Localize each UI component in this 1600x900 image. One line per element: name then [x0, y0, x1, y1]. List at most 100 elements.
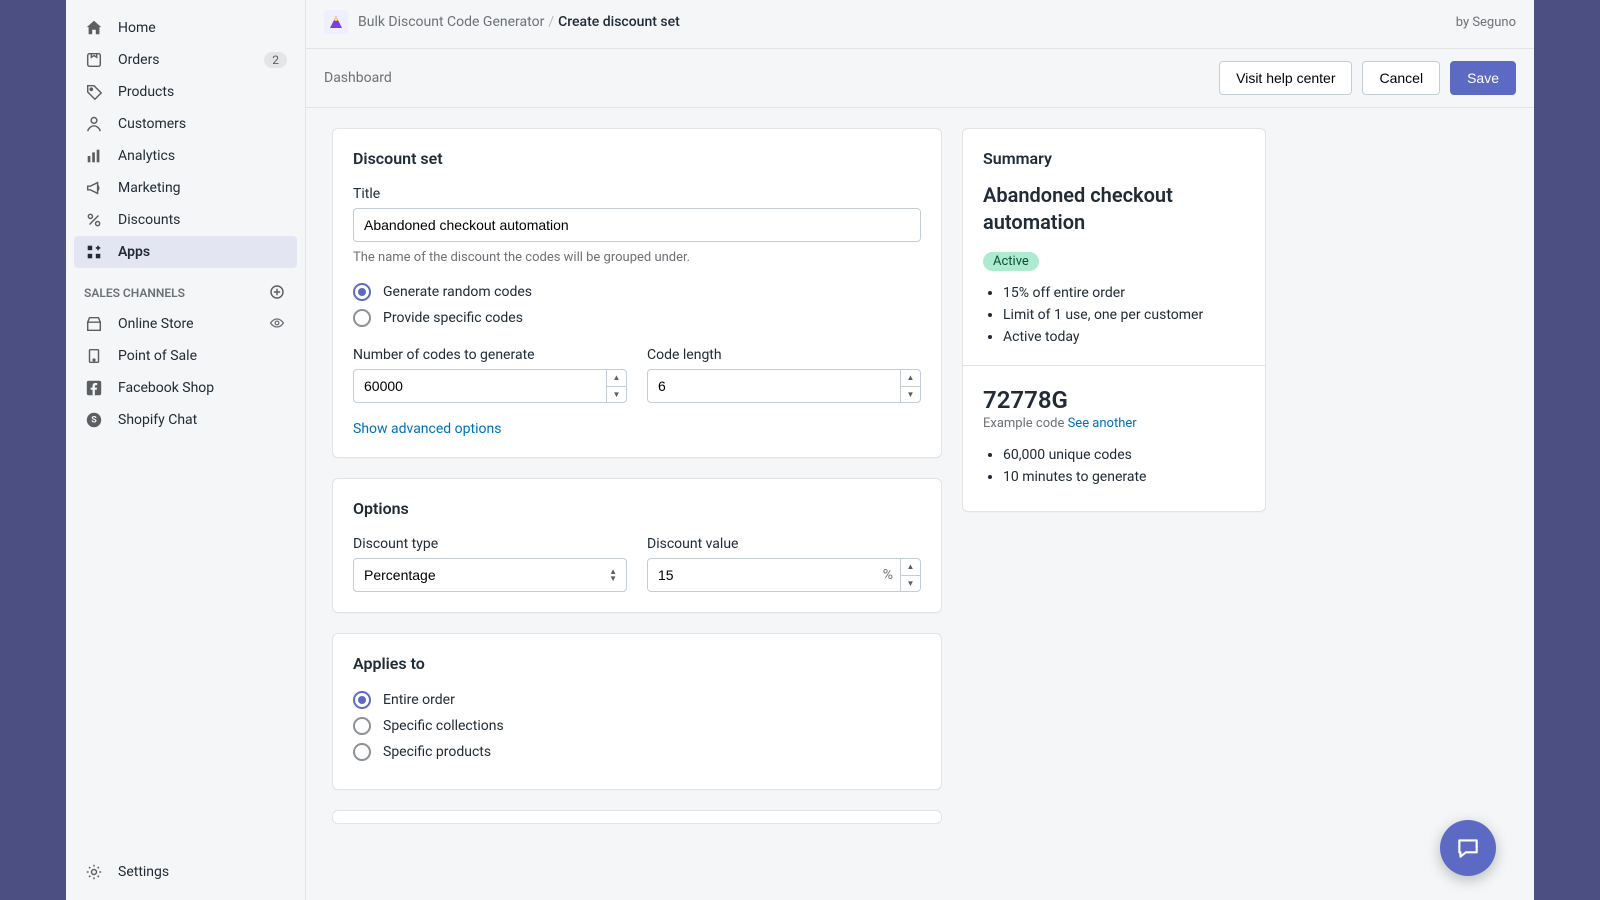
title-help-text: The name of the discount the codes will …: [353, 250, 921, 265]
app-logo-icon: [324, 10, 348, 34]
save-button[interactable]: Save: [1450, 61, 1516, 95]
advanced-options-link[interactable]: Show advanced options: [353, 421, 501, 437]
eye-icon[interactable]: [269, 315, 287, 333]
next-card-peek: [332, 810, 942, 824]
facebook-icon: [84, 378, 104, 398]
applies-to-heading: Applies to: [353, 654, 921, 673]
nav-customers[interactable]: Customers: [74, 108, 297, 140]
orders-badge: 2: [264, 52, 287, 68]
radio-icon: [353, 691, 371, 709]
home-icon: [84, 18, 104, 38]
actionbar: Dashboard Visit help center Cancel Save: [306, 49, 1534, 108]
nav-home[interactable]: Home: [74, 12, 297, 44]
nav-marketing[interactable]: Marketing: [74, 172, 297, 204]
radio-generate-random[interactable]: Generate random codes: [353, 283, 921, 301]
nav-discounts[interactable]: Discounts: [74, 204, 297, 236]
options-card: Options Discount type ▲▼ Discount value: [332, 478, 942, 613]
num-codes-label: Number of codes to generate: [353, 347, 627, 363]
add-channel-icon[interactable]: [269, 284, 287, 302]
channel-online-store[interactable]: Online Store: [74, 308, 297, 340]
stepper-down-icon[interactable]: ▼: [607, 387, 626, 403]
stepper-down-icon[interactable]: ▼: [901, 576, 920, 592]
nav-label: Apps: [118, 244, 150, 260]
vendor-label: by Seguno: [1456, 15, 1516, 30]
gear-icon: [84, 862, 104, 882]
title-input[interactable]: [353, 208, 921, 242]
discount-value-label: Discount value: [647, 536, 921, 552]
radio-icon: [353, 743, 371, 761]
topbar: Bulk Discount Code Generator / Create di…: [306, 0, 1534, 49]
code-length-input[interactable]: [647, 369, 921, 403]
content: Discount set Title The name of the disco…: [306, 108, 1534, 900]
nav-label: Facebook Shop: [118, 380, 214, 396]
stepper-up-icon[interactable]: ▲: [607, 370, 626, 387]
applies-to-card: Applies to Entire order Specific collect…: [332, 633, 942, 790]
radio-label: Entire order: [383, 692, 455, 708]
code-length-stepper: ▲ ▼: [900, 370, 920, 402]
radio-label: Provide specific codes: [383, 310, 523, 326]
help-fab[interactable]: [1440, 820, 1496, 876]
sales-channels-heading: SALES CHANNELS: [74, 268, 297, 308]
radio-entire-order[interactable]: Entire order: [353, 691, 921, 709]
radio-label: Generate random codes: [383, 284, 532, 300]
nav-label: Shopify Chat: [118, 412, 197, 428]
breadcrumb-app[interactable]: Bulk Discount Code Generator: [358, 14, 544, 30]
num-codes-input[interactable]: [353, 369, 627, 403]
nav-products[interactable]: Products: [74, 76, 297, 108]
radio-provide-specific[interactable]: Provide specific codes: [353, 309, 921, 327]
discount-type-label: Discount type: [353, 536, 627, 552]
bar-chart-icon: [84, 146, 104, 166]
stepper-down-icon[interactable]: ▼: [901, 387, 920, 403]
radio-specific-collections[interactable]: Specific collections: [353, 717, 921, 735]
example-code: 72778G: [983, 386, 1245, 414]
nav-settings[interactable]: Settings: [74, 856, 297, 888]
radio-specific-products[interactable]: Specific products: [353, 743, 921, 761]
radio-label: Specific collections: [383, 718, 504, 734]
see-another-link[interactable]: See another: [1068, 416, 1137, 431]
discount-value-input[interactable]: [647, 558, 921, 592]
code-mode-radio-group: Generate random codes Provide specific c…: [353, 283, 921, 327]
summary-item: Limit of 1 use, one per customer: [1003, 307, 1245, 323]
summary-item: 15% off entire order: [1003, 285, 1245, 301]
summary-heading: Summary: [983, 149, 1245, 168]
nav-label: Orders: [118, 52, 160, 68]
summary-list-b: 60,000 unique codes 10 minutes to genera…: [983, 447, 1245, 485]
stepper-up-icon[interactable]: ▲: [901, 370, 920, 387]
num-codes-stepper: ▲ ▼: [606, 370, 626, 402]
chat-icon: S: [84, 410, 104, 430]
svg-text:S: S: [91, 416, 97, 426]
nav-label: Settings: [118, 864, 169, 880]
nav-label: Marketing: [118, 180, 181, 196]
person-icon: [84, 114, 104, 134]
orders-icon: [84, 50, 104, 70]
discount-value-stepper: ▲ ▼: [900, 559, 920, 591]
summary-card: Summary Abandoned checkout automation Ac…: [962, 128, 1266, 512]
summary-list-a: 15% off entire order Limit of 1 use, one…: [983, 285, 1245, 345]
nav-orders[interactable]: Orders 2: [74, 44, 297, 76]
discount-type-select[interactable]: [353, 558, 627, 592]
pos-icon: [84, 346, 104, 366]
discount-set-card: Discount set Title The name of the disco…: [332, 128, 942, 458]
main: Bulk Discount Code Generator / Create di…: [306, 0, 1534, 900]
dashboard-link[interactable]: Dashboard: [324, 70, 392, 86]
title-label: Title: [353, 186, 921, 202]
breadcrumb-page: Create discount set: [558, 14, 680, 30]
nav-apps[interactable]: Apps: [74, 236, 297, 268]
channel-pos[interactable]: Point of Sale: [74, 340, 297, 372]
nav-label: Discounts: [118, 212, 180, 228]
channel-facebook[interactable]: Facebook Shop: [74, 372, 297, 404]
help-center-button[interactable]: Visit help center: [1219, 61, 1352, 95]
summary-item: Active today: [1003, 329, 1245, 345]
nav-label: Home: [118, 20, 156, 36]
code-length-label: Code length: [647, 347, 921, 363]
tag-icon: [84, 82, 104, 102]
radio-icon: [353, 309, 371, 327]
example-code-label-text: Example code: [983, 416, 1064, 431]
channel-shopify-chat[interactable]: S Shopify Chat: [74, 404, 297, 436]
stepper-up-icon[interactable]: ▲: [901, 559, 920, 576]
nav-analytics[interactable]: Analytics: [74, 140, 297, 172]
nav-label: Online Store: [118, 316, 194, 332]
megaphone-icon: [84, 178, 104, 198]
cancel-button[interactable]: Cancel: [1362, 61, 1440, 95]
nav-label: Point of Sale: [118, 348, 197, 364]
